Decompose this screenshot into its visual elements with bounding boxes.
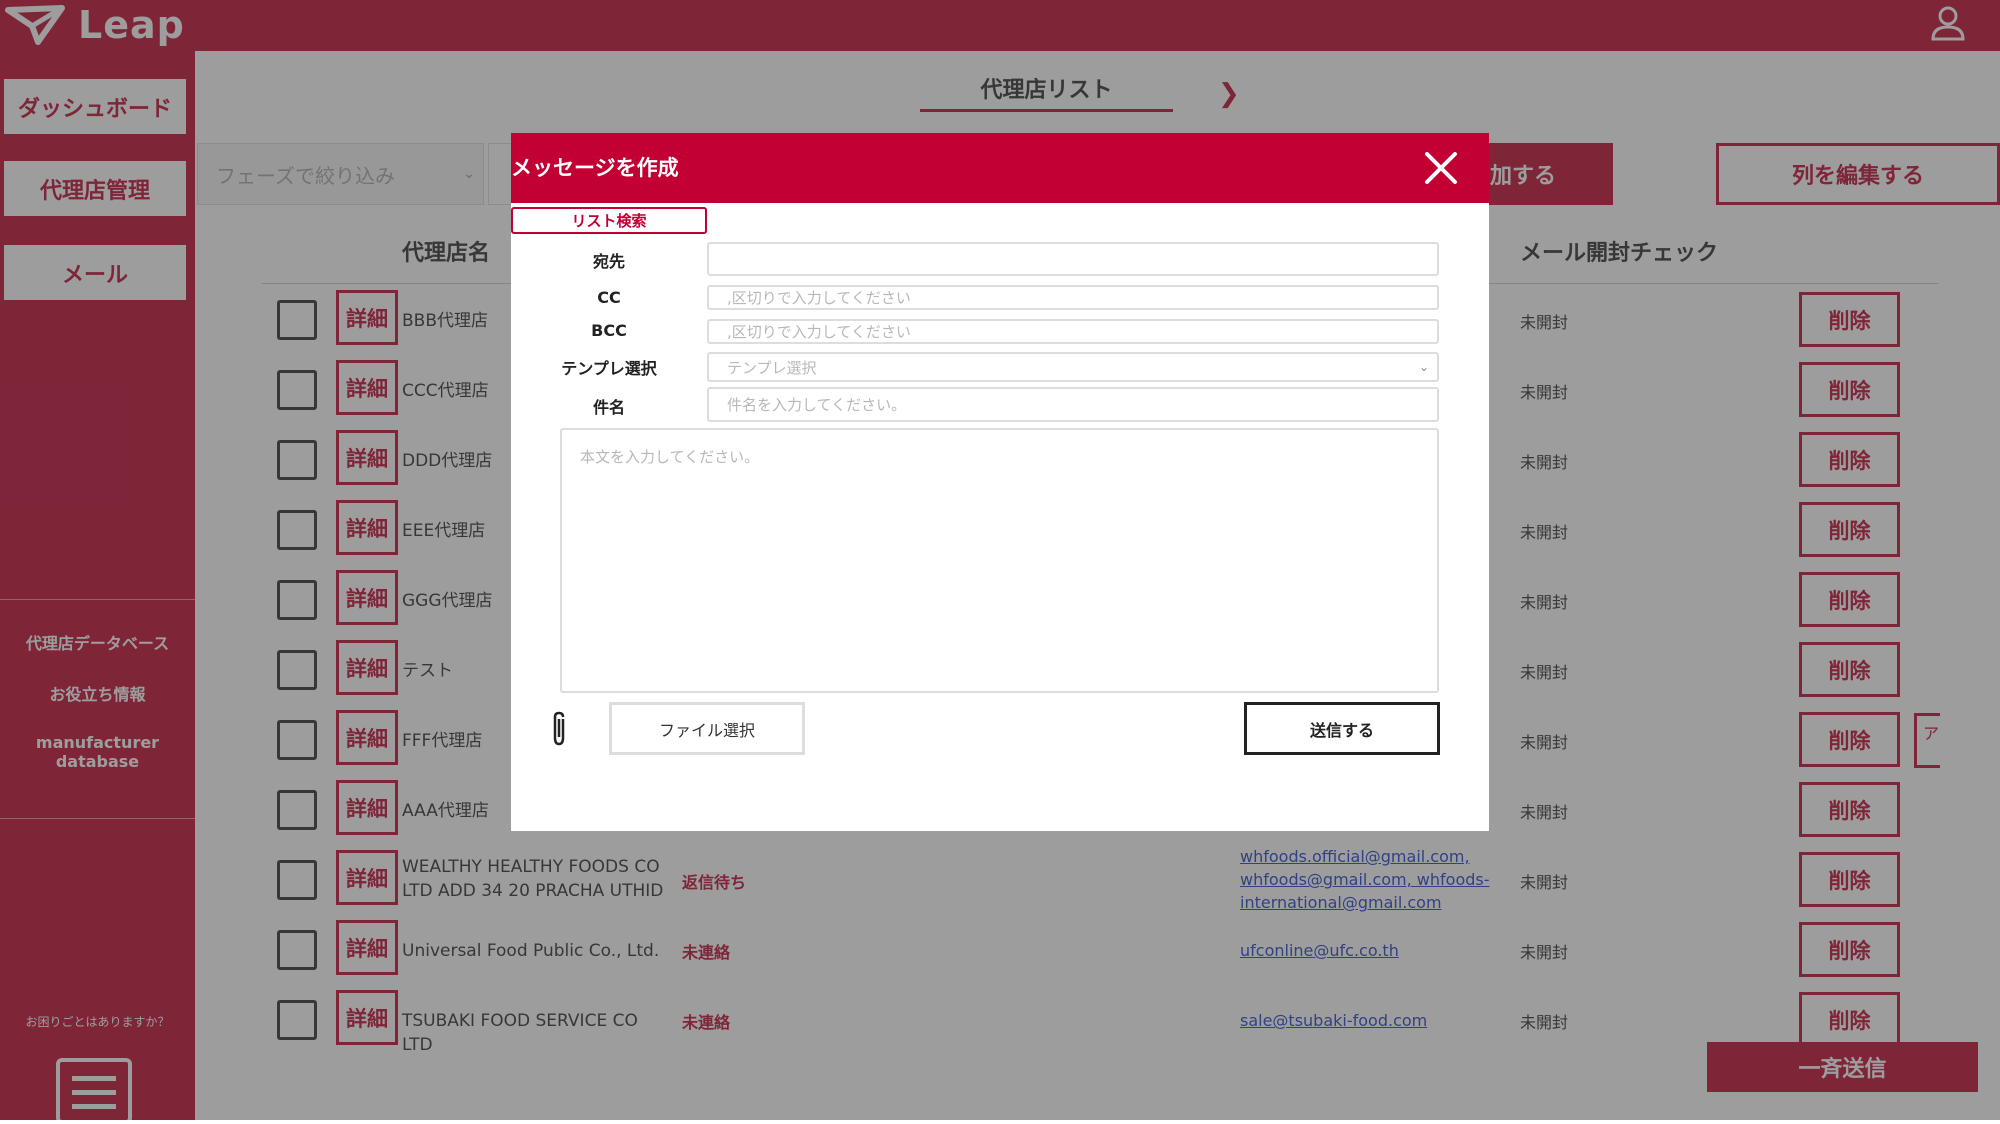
subject-input[interactable]: 件名を入力してください。 — [707, 387, 1439, 422]
list-search-button[interactable]: リスト検索 — [511, 207, 707, 234]
template-placeholder: テンプレ選択 — [727, 358, 817, 377]
cc-label: CC — [597, 288, 621, 307]
subject-label: 件名 — [592, 398, 625, 417]
file-select-button[interactable]: ファイル選択 — [609, 702, 805, 755]
paperclip-icon[interactable] — [548, 711, 570, 747]
to-input[interactable] — [707, 242, 1439, 276]
chevron-down-icon: ⌄ — [1418, 360, 1429, 374]
message-body-textarea[interactable]: 本文を入力してください。 — [560, 428, 1439, 693]
compose-message-modal: メッセージを作成 リスト検索 宛先 CC ,区切りで入力してください BCC ,… — [511, 133, 1489, 831]
bcc-input[interactable]: ,区切りで入力してください — [707, 319, 1439, 344]
template-select[interactable]: テンプレ選択 ⌄ — [707, 352, 1439, 382]
close-icon[interactable] — [1423, 150, 1459, 186]
template-label: テンプレ選択 — [561, 359, 657, 378]
modal-header: メッセージを作成 — [511, 133, 1489, 203]
send-button[interactable]: 送信する — [1244, 702, 1440, 755]
modal-title: メッセージを作成 — [511, 156, 679, 180]
cc-input[interactable]: ,区切りで入力してください — [707, 285, 1439, 310]
bcc-label: BCC — [591, 321, 627, 340]
to-label: 宛先 — [592, 252, 625, 271]
